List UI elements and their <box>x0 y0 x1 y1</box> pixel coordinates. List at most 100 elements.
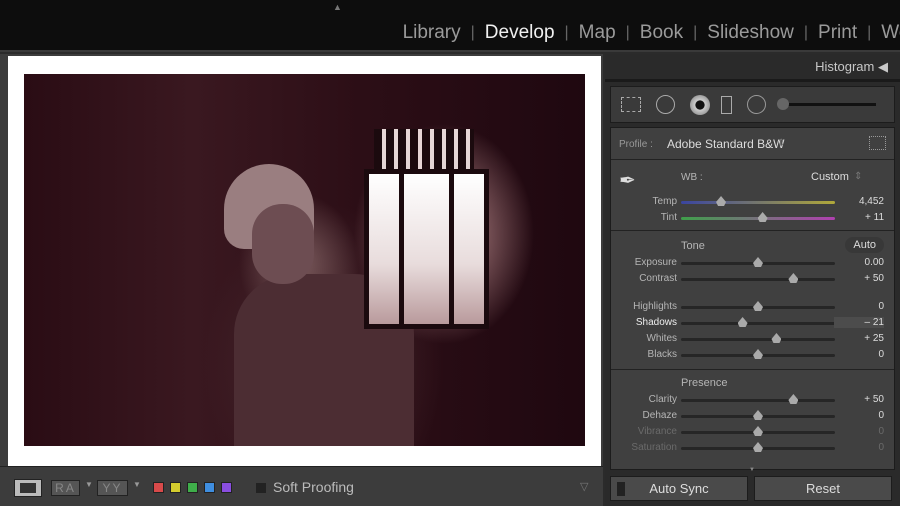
color-label-3[interactable] <box>204 482 215 493</box>
module-separator: | <box>867 24 871 42</box>
before-after-button[interactable]: RA <box>51 480 80 496</box>
highlights-slider[interactable] <box>681 306 835 309</box>
whites-slider[interactable] <box>681 338 835 341</box>
module-develop[interactable]: Develop <box>485 22 555 44</box>
saturation-slider[interactable] <box>681 447 835 450</box>
dehaze-slider[interactable] <box>681 415 835 418</box>
profile-browser-grid-icon[interactable] <box>869 136 886 150</box>
bottom-toolbar: RA ▼ YY ▼ Soft Proofing ▽ <box>0 466 603 506</box>
slider-row-vibrance: Vibrance 0 <box>611 426 896 440</box>
clarity-slider-thumb[interactable] <box>788 394 798 404</box>
module-web[interactable]: Web <box>881 22 900 44</box>
whites-slider-thumb[interactable] <box>771 333 781 343</box>
clarity-value[interactable]: + 50 <box>834 394 884 405</box>
color-label-1[interactable] <box>170 482 181 493</box>
red-eye-tool-icon[interactable] <box>690 95 710 115</box>
dehaze-value[interactable]: 0 <box>834 410 884 421</box>
shadows-slider-thumb[interactable] <box>738 317 748 327</box>
contrast-value[interactable]: + 50 <box>834 273 884 284</box>
module-map[interactable]: Map <box>579 22 616 44</box>
slider-row-dehaze: Dehaze 0 <box>611 410 896 424</box>
soft-proofing-checkbox[interactable] <box>256 483 266 493</box>
tint-slider-thumb[interactable] <box>758 212 768 222</box>
collapse-top-panel-icon[interactable]: ▲ <box>333 2 342 12</box>
blacks-label: Blacks <box>597 349 677 360</box>
module-slideshow[interactable]: Slideshow <box>707 22 794 44</box>
module-separator: | <box>693 24 697 42</box>
sync-toggle[interactable] <box>617 482 625 496</box>
wb-select[interactable]: Custom <box>811 171 849 183</box>
temp-value[interactable]: 4,452 <box>834 196 884 207</box>
clarity-label: Clarity <box>597 394 677 405</box>
loupe-view-button[interactable] <box>14 479 42 497</box>
tint-value[interactable]: + 11 <box>834 212 884 223</box>
clarity-slider[interactable] <box>681 399 835 402</box>
highlights-slider-thumb[interactable] <box>753 301 763 311</box>
module-separator: | <box>804 24 808 42</box>
blacks-slider-thumb[interactable] <box>753 349 763 359</box>
profile-select[interactable]: Adobe Standard B&W <box>667 137 784 151</box>
profile-select-arrows-icon[interactable]: ⇕ <box>777 138 785 149</box>
shadows-slider[interactable] <box>681 322 835 325</box>
color-label-2[interactable] <box>187 482 198 493</box>
photo-lantern <box>364 169 489 329</box>
tint-slider[interactable] <box>681 217 835 220</box>
spot-removal-tool-icon[interactable] <box>656 95 675 114</box>
blacks-value[interactable]: 0 <box>834 349 884 360</box>
toolbar-content-dropdown-icon[interactable]: ▽ <box>580 480 588 496</box>
saturation-slider-thumb[interactable] <box>753 442 763 452</box>
temp-slider-thumb[interactable] <box>716 196 726 206</box>
exposure-value[interactable]: 0.00 <box>834 257 884 268</box>
radial-filter-icon[interactable] <box>747 95 766 114</box>
photo-preview[interactable] <box>24 74 585 446</box>
collapse-arrow-icon[interactable]: ◀ <box>878 59 888 74</box>
vibrance-slider[interactable] <box>681 431 835 434</box>
module-separator: | <box>471 24 475 42</box>
contrast-slider-thumb[interactable] <box>788 273 798 283</box>
wb-label: WB : <box>681 172 703 183</box>
dehaze-label: Dehaze <box>597 410 677 421</box>
vibrance-slider-thumb[interactable] <box>753 426 763 436</box>
module-bar: ▲ Library | Develop | Map | Book | Slideshow | Pri… <box>0 0 900 52</box>
tool-strip <box>610 86 895 123</box>
tint-label: Tint <box>597 212 677 223</box>
slider-row-clarity: Clarity + 50 <box>611 394 896 408</box>
slider-row-contrast: Contrast + 50 <box>611 273 896 287</box>
slider-row-highlights: Highlights 0 <box>611 301 896 315</box>
slider-row-shadows: Shadows – 21 <box>611 317 896 331</box>
crop-tool-icon[interactable] <box>621 97 641 112</box>
graduated-filter-icon[interactable] <box>721 96 732 114</box>
adjustment-brush-slider[interactable] <box>781 103 876 106</box>
exposure-slider-thumb[interactable] <box>753 257 763 267</box>
module-book[interactable]: Book <box>640 22 683 44</box>
before-after-dropdown-icon[interactable]: ▼ <box>85 480 93 496</box>
shadows-value[interactable]: – 21 <box>834 317 884 328</box>
blacks-slider[interactable] <box>681 354 835 357</box>
wb-select-arrows-icon[interactable]: ⇕ <box>854 171 862 182</box>
before-after-split-button[interactable]: YY <box>97 480 128 496</box>
color-label-0[interactable] <box>153 482 164 493</box>
exposure-slider[interactable] <box>681 262 835 265</box>
whites-value[interactable]: + 25 <box>834 333 884 344</box>
develop-panel: Histogram ◀ Profile : Adobe Standard B&W… <box>605 54 900 506</box>
whites-label: Whites <box>597 333 677 344</box>
color-label-4[interactable] <box>221 482 232 493</box>
module-library[interactable]: Library <box>403 22 461 44</box>
color-labels <box>153 482 232 498</box>
panel-scroll-arrow-icon[interactable]: ▼ <box>749 467 755 473</box>
vibrance-value[interactable]: 0 <box>834 426 884 437</box>
wb-eyedropper-icon[interactable]: ✒ <box>619 168 636 193</box>
histogram-header[interactable]: Histogram ◀ <box>605 54 900 82</box>
tone-auto-button[interactable]: Auto <box>845 237 884 253</box>
temp-slider[interactable] <box>681 201 835 204</box>
saturation-value[interactable]: 0 <box>834 442 884 453</box>
auto-sync-button[interactable]: Auto Sync <box>610 476 748 501</box>
module-separator: | <box>565 24 569 42</box>
exposure-label: Exposure <box>597 257 677 268</box>
module-print[interactable]: Print <box>818 22 857 44</box>
highlights-value[interactable]: 0 <box>834 301 884 312</box>
reset-button[interactable]: Reset <box>754 476 892 501</box>
dehaze-slider-thumb[interactable] <box>753 410 763 420</box>
contrast-slider[interactable] <box>681 278 835 281</box>
split-dropdown-icon[interactable]: ▼ <box>133 480 141 496</box>
